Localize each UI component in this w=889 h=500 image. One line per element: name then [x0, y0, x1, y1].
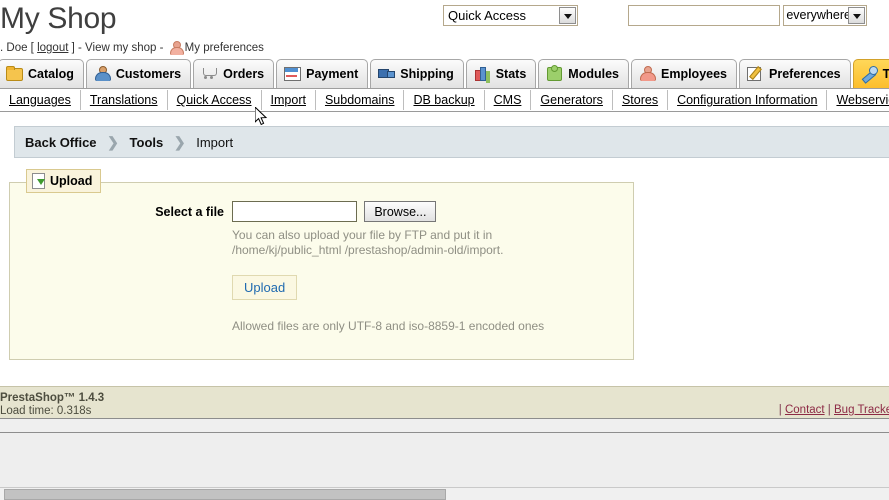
quick-access-wrapper: Quick Access: [443, 5, 578, 26]
subnav-item-configuration-information[interactable]: Configuration Information: [668, 90, 828, 110]
footer-links: | Contact | Bug Tracker: [779, 404, 889, 416]
subnav-item-generators[interactable]: Generators: [531, 90, 613, 110]
person-icon: [94, 65, 111, 81]
chevron-down-icon[interactable]: [559, 7, 576, 24]
user-icon: [169, 41, 184, 55]
main-content: Back Office ❯ Tools ❯ Import Upload Sele…: [0, 126, 889, 386]
tab-label: Employees: [661, 67, 728, 81]
userbar-separator: -: [156, 42, 167, 54]
chevron-right-icon: ❯: [173, 134, 186, 150]
bar-chart-icon: [474, 65, 490, 81]
select-file-row: Select a file Browse... You can also upl…: [10, 201, 633, 333]
tab-label: Orders: [223, 67, 265, 81]
search-scope-selected-label: everywhere: [786, 8, 851, 22]
subnav-item-db-backup[interactable]: DB backup: [404, 90, 485, 110]
footer-left: PrestaShop™ 1.4.3 Load time: 0.318s: [0, 392, 889, 418]
tab-modules[interactable]: Modules: [538, 59, 629, 88]
puzzle-piece-icon: [546, 65, 563, 81]
tab-label: Customers: [115, 67, 182, 81]
breadcrumb: Back Office ❯ Tools ❯ Import: [14, 126, 889, 158]
chevron-down-icon[interactable]: [848, 7, 866, 24]
tab-payment[interactable]: Payment: [276, 59, 369, 88]
breadcrumb-current: Import: [196, 135, 234, 150]
upload-panel: Upload Select a file Browse... You can a…: [9, 169, 634, 360]
tab-label: Catalog: [28, 67, 74, 81]
tab-tools[interactable]: Tools: [852, 59, 889, 88]
user-name-prefix: . Doe [: [0, 42, 38, 54]
file-path-input[interactable]: [232, 201, 357, 222]
search-scope-select[interactable]: everywhere: [783, 5, 868, 26]
subnav-item-import[interactable]: Import: [262, 90, 316, 110]
load-time: Load time: 0.318s: [0, 405, 92, 417]
subnav-item-cms[interactable]: CMS: [485, 90, 532, 110]
main-tab-bar: Catalog Customers Orders Payment Shipping Sta…: [0, 58, 889, 89]
footer-pipe-mid: |: [824, 404, 834, 416]
prestashop-admin-page: My Shop . Doe [ logout ] - View my shop …: [0, 0, 889, 419]
select-file-controls: Browse... You can also upload your file …: [232, 201, 633, 333]
tab-orders[interactable]: Orders: [193, 59, 275, 88]
ftp-hint-text: You can also upload your file by FTP and…: [232, 228, 504, 257]
browser-viewport: My Shop . Doe [ logout ] - View my shop …: [0, 0, 889, 500]
contact-link[interactable]: Contact: [785, 404, 825, 416]
tab-shipping[interactable]: Shipping: [370, 59, 464, 88]
folder-icon: [6, 65, 23, 81]
file-download-icon: [32, 173, 46, 189]
page-footer: PrestaShop™ 1.4.3 Load time: 0.318s | Co…: [0, 386, 889, 418]
my-preferences-link[interactable]: My preferences: [185, 42, 264, 54]
select-file-label: Select a file: [155, 205, 224, 219]
credit-card-icon: [284, 65, 302, 81]
view-my-shop-link[interactable]: View my shop: [85, 42, 156, 54]
tab-label: Shipping: [400, 67, 454, 81]
sub-navigation-bar: Languages Translations Quick Access Import S…: [0, 89, 889, 112]
browse-button[interactable]: Browse...: [364, 201, 437, 222]
horizontal-scrollbar-thumb[interactable]: [4, 489, 446, 500]
tab-preferences[interactable]: Preferences: [739, 59, 851, 88]
horizontal-scrollbar[interactable]: [0, 487, 889, 500]
shopping-cart-icon: [201, 65, 218, 81]
edit-page-icon: [747, 65, 763, 81]
upload-panel-legend-label: Upload: [50, 174, 93, 188]
subnav-item-webservice[interactable]: Webservice: [827, 90, 889, 110]
upload-button[interactable]: Upload: [232, 275, 298, 300]
tab-label: Preferences: [769, 67, 841, 81]
subnav-item-languages[interactable]: Languages: [0, 90, 81, 110]
subnav-item-stores[interactable]: Stores: [613, 90, 669, 110]
search-input[interactable]: [628, 5, 780, 26]
tab-employees[interactable]: Employees: [631, 59, 738, 88]
bug-tracker-link[interactable]: Bug Tracker: [834, 404, 889, 416]
employee-icon: [639, 65, 656, 81]
upload-panel-legend: Upload: [26, 169, 102, 193]
logout-link[interactable]: logout: [37, 42, 68, 54]
quick-access-select[interactable]: Quick Access: [443, 5, 578, 26]
tab-catalog[interactable]: Catalog: [0, 59, 84, 88]
prestashop-version: PrestaShop™ 1.4.3: [0, 392, 105, 404]
tab-stats[interactable]: Stats: [465, 59, 537, 88]
user-bar: . Doe [ logout ] - View my shop - My pre…: [0, 41, 264, 55]
tab-label: Payment: [306, 67, 359, 81]
subnav-item-quick-access[interactable]: Quick Access: [168, 90, 262, 110]
tab-customers[interactable]: Customers: [85, 59, 192, 88]
after-logout-text: ] -: [68, 42, 86, 54]
truck-icon: [378, 65, 396, 81]
chevron-right-icon: ❯: [107, 134, 119, 150]
breadcrumb-back-office[interactable]: Back Office: [25, 135, 97, 150]
subnav-item-translations[interactable]: Translations: [81, 90, 168, 110]
wrench-icon: [861, 65, 878, 81]
breadcrumb-tools[interactable]: Tools: [130, 135, 164, 150]
page-header: My Shop . Doe [ logout ] - View my shop …: [0, 0, 889, 58]
allowed-files-note: Allowed files are only UTF-8 and iso-885…: [232, 319, 545, 333]
quick-access-selected-label: Quick Access: [448, 8, 527, 23]
search-wrapper: everywhere: [628, 5, 868, 26]
subnav-item-subdomains[interactable]: Subdomains: [316, 90, 405, 110]
page-title: My Shop: [0, 2, 117, 35]
tab-label: Tools: [882, 67, 889, 81]
tab-label: Modules: [568, 67, 619, 81]
tab-label: Stats: [495, 67, 527, 81]
